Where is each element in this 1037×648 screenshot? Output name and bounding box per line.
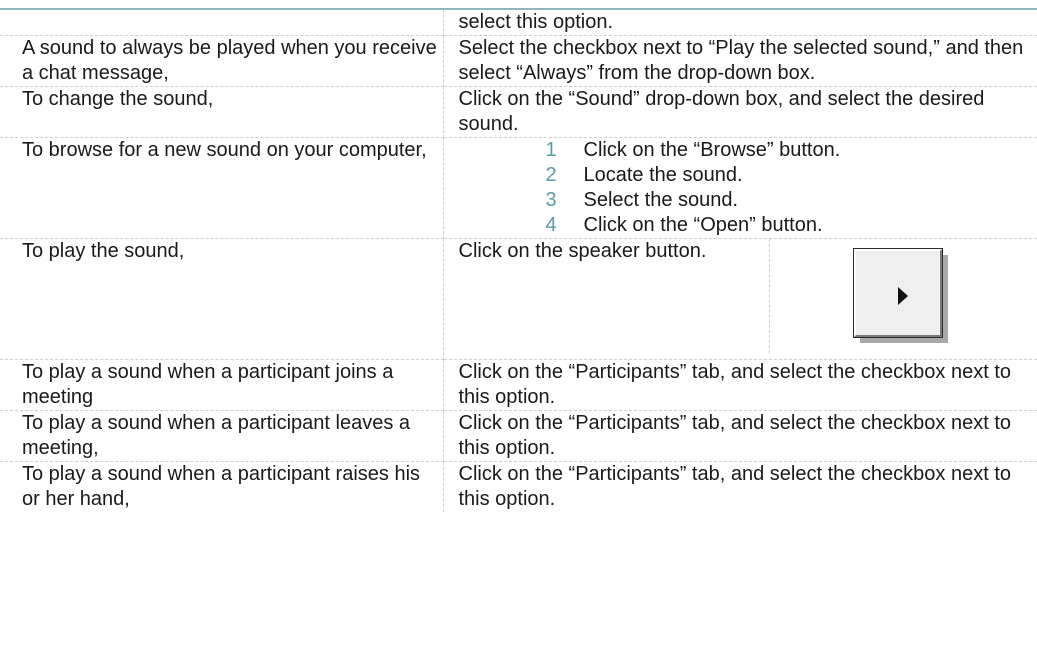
- action-cell: Click on the “Participants” tab, and sel…: [443, 359, 1037, 411]
- condition-cell: To play the sound,: [0, 238, 444, 360]
- table-row: select this option.: [0, 10, 1037, 36]
- cell-divider: [768, 239, 770, 353]
- table-row: To play a sound when a participant raise…: [0, 461, 1037, 512]
- condition-cell: A sound to always be played when you rec…: [0, 35, 444, 87]
- condition-cell: [0, 10, 444, 36]
- condition-cell: To browse for a new sound on your comput…: [0, 137, 444, 239]
- list-item: 4 Click on the “Open” button.: [546, 213, 1037, 238]
- play-icon: [897, 287, 908, 305]
- table-row: To play a sound when a participant joins…: [0, 359, 1037, 411]
- action-cell: Click on the “Participants” tab, and sel…: [443, 410, 1037, 462]
- step-text: Click on the “Open” button.: [583, 214, 823, 236]
- table-row: To play a sound when a participant leave…: [0, 410, 1037, 462]
- step-number: 1: [545, 139, 557, 161]
- step-number: 4: [545, 214, 557, 236]
- action-cell: Select the checkbox next to “Play the se…: [443, 35, 1037, 87]
- condition-cell: To change the sound,: [0, 86, 444, 138]
- table-row: To change the sound, Click on the “Sound…: [0, 86, 1037, 138]
- instructions-table: select this option. A sound to always be…: [0, 10, 1037, 512]
- action-cell: Click on the speaker button.: [443, 238, 1037, 360]
- condition-cell: To play a sound when a participant joins…: [0, 359, 444, 411]
- step-text: Select the sound.: [583, 189, 739, 211]
- action-cell: select this option.: [443, 10, 1037, 36]
- step-text: Locate the sound.: [583, 164, 743, 186]
- list-item: 2 Locate the sound.: [546, 163, 1037, 188]
- action-text: Click on the speaker button.: [458, 240, 707, 262]
- action-cell: Click on the “Participants” tab, and sel…: [458, 463, 1012, 510]
- steps-list: 1 Click on the “Browse” button. 2 Locate…: [459, 138, 1037, 238]
- table-row: To browse for a new sound on your comput…: [0, 137, 1037, 239]
- list-item: 3 Select the sound.: [546, 188, 1037, 213]
- step-number: 2: [545, 164, 557, 186]
- list-item: 1 Click on the “Browse” button.: [546, 138, 1037, 163]
- speaker-button[interactable]: [852, 248, 943, 338]
- condition-cell: To play a sound when a participant leave…: [0, 410, 444, 462]
- condition-cell: To play a sound when a participant raise…: [0, 461, 444, 512]
- speaker-cell: Click on the speaker button.: [459, 239, 1037, 359]
- table-row: To play the sound, Click on the speaker …: [0, 238, 1037, 360]
- step-number: 3: [545, 189, 557, 211]
- action-cell: Click on the “Sound” drop-down box, and …: [443, 86, 1037, 138]
- step-text: Click on the “Browse” button.: [583, 139, 841, 161]
- action-cell: 1 Click on the “Browse” button. 2 Locate…: [443, 137, 1037, 239]
- table-row: A sound to always be played when you rec…: [0, 35, 1037, 87]
